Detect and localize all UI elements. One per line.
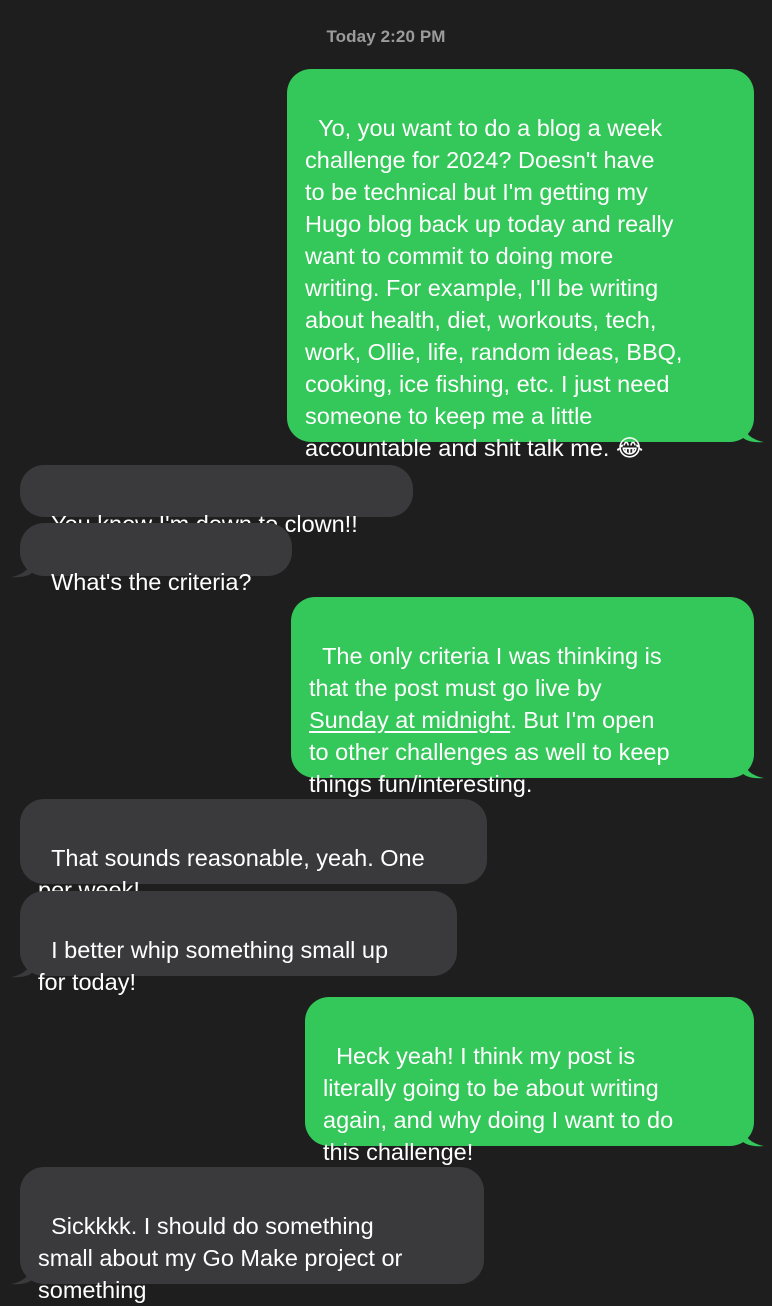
received-message-bubble[interactable]: That sounds reasonable, yeah. One per we…: [20, 799, 487, 903]
sent-bubble-tail: [742, 1127, 764, 1147]
received-message-bubble[interactable]: What's the criteria?: [20, 523, 292, 595]
date-link[interactable]: Sunday at midnight: [309, 707, 510, 733]
received-bubble-tail: [11, 958, 33, 978]
received-bubble-tail: [11, 558, 33, 578]
message-text-before: The only criteria I was thinking is that…: [309, 643, 662, 701]
received-bubble-tail: [11, 1265, 33, 1285]
message-text: Sickkkk. I should do something small abo…: [38, 1213, 403, 1303]
sent-message-bubble[interactable]: The only criteria I was thinking is that…: [291, 597, 754, 797]
sent-message-bubble[interactable]: Yo, you want to do a blog a week challen…: [287, 69, 754, 461]
message-timestamp: Today 2:20 PM: [326, 27, 446, 46]
sent-bubble-tail: [742, 759, 764, 779]
sent-bubble-tail: [742, 423, 764, 443]
message-text: What's the criteria?: [51, 569, 252, 595]
message-text: Yo, you want to do a blog a week challen…: [305, 115, 683, 461]
received-message-bubble[interactable]: I better whip something small up for tod…: [20, 891, 457, 995]
received-message-bubble[interactable]: You know I'm down to clown!!: [20, 465, 413, 537]
received-message-bubble[interactable]: Sickkkk. I should do something small abo…: [20, 1167, 484, 1303]
sent-message-bubble[interactable]: Heck yeah! I think my post is literally …: [305, 997, 754, 1165]
message-text: Heck yeah! I think my post is literally …: [323, 1043, 674, 1165]
message-text: I better whip something small up for tod…: [38, 937, 389, 995]
